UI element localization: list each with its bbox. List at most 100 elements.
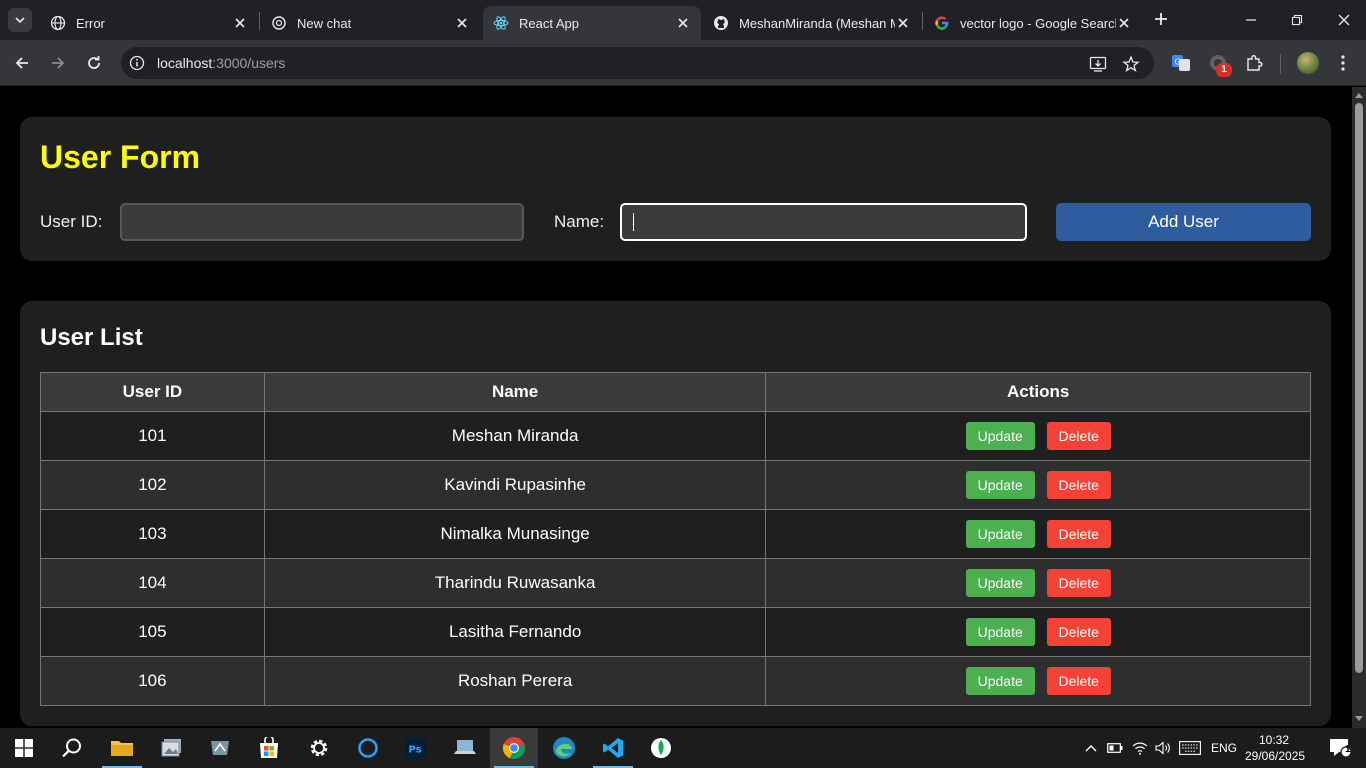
forward-button[interactable] [46, 51, 70, 75]
delete-button[interactable]: Delete [1046, 520, 1111, 548]
show-hidden-icons-button[interactable] [1080, 728, 1102, 768]
list-title: User List [40, 324, 143, 351]
tab-google-search[interactable]: vector logo - Google Search [924, 6, 1142, 40]
profile-avatar[interactable] [1297, 52, 1319, 74]
puzzle-icon[interactable] [1243, 52, 1265, 74]
taskbar-mongodb[interactable] [637, 728, 685, 768]
url-host: localhost [157, 55, 213, 71]
tab-react-app[interactable]: React App [483, 6, 701, 40]
url-text[interactable]: localhost:3000/users [157, 55, 285, 71]
tab-github[interactable]: MeshanMiranda (Meshan M [703, 6, 921, 40]
monitor-icon [211, 741, 229, 755]
update-button[interactable]: Update [965, 520, 1035, 548]
taskbar-settings[interactable] [295, 728, 343, 768]
taskbar-vscode[interactable] [589, 728, 637, 768]
close-icon[interactable] [454, 15, 470, 31]
folder-icon [111, 741, 133, 756]
page-scrollbar[interactable] [1352, 87, 1366, 728]
user-name-cell: Roshan Perera [263, 656, 767, 706]
tab-new-chat[interactable]: New chat [261, 6, 480, 40]
menu-kebab-icon[interactable] [1332, 52, 1354, 74]
search-button[interactable] [48, 728, 96, 768]
tab-title: MeshanMiranda (Meshan M [739, 15, 895, 31]
toolbar-divider [1280, 54, 1281, 74]
tab-search-button[interactable] [8, 8, 32, 32]
user-id-cell: 105 [40, 607, 265, 657]
keyboard-tray-button[interactable] [1176, 728, 1204, 768]
translate-extension-icon[interactable]: G [1170, 52, 1192, 74]
close-icon[interactable] [895, 15, 911, 31]
svg-text:Ps: Ps [409, 745, 422, 756]
tab-divider [259, 12, 260, 30]
start-button[interactable] [0, 728, 48, 768]
taskbar-chrome[interactable] [490, 728, 538, 768]
delete-button[interactable]: Delete [1046, 667, 1111, 695]
taskbar-edge[interactable] [540, 728, 588, 768]
close-icon[interactable] [675, 15, 691, 31]
table-row: 101 Meshan Miranda Update Delete [40, 411, 1311, 461]
restore-button[interactable] [1282, 6, 1312, 34]
photoshop-icon: Ps [406, 738, 426, 758]
reload-button[interactable] [82, 51, 106, 75]
actions-cell: Update Delete [765, 509, 1311, 559]
delete-button[interactable]: Delete [1046, 569, 1111, 597]
tab-title: React App [519, 15, 579, 31]
back-button[interactable] [10, 51, 34, 75]
system-clock[interactable]: 10:32 29/06/2025 [1245, 732, 1306, 764]
user-id-cell: 103 [40, 509, 265, 559]
update-button[interactable]: Update [965, 569, 1035, 597]
close-window-button[interactable] [1329, 6, 1359, 34]
update-button[interactable]: Update [965, 618, 1035, 646]
close-icon[interactable] [232, 15, 248, 31]
taskbar-app-laptop[interactable] [441, 728, 489, 768]
chevron-down-icon [15, 17, 25, 24]
delete-button[interactable]: Delete [1046, 471, 1111, 499]
delete-button[interactable]: Delete [1046, 422, 1111, 450]
scrollbar-thumb[interactable] [1355, 103, 1363, 673]
taskbar-cortana[interactable] [344, 728, 392, 768]
extension-badge: 1 [1216, 63, 1232, 77]
battery-tray-button[interactable] [1104, 728, 1126, 768]
new-tab-button[interactable] [1150, 8, 1172, 30]
name-input[interactable] [620, 203, 1027, 241]
notification-center-button[interactable]: 1 [1318, 728, 1362, 768]
bookmark-star-icon[interactable] [1122, 55, 1140, 73]
taskbar-app-photos[interactable] [148, 728, 196, 768]
address-bar[interactable]: localhost:3000/users [121, 47, 1154, 79]
scroll-down-icon[interactable] [1355, 715, 1363, 723]
network-tray-button[interactable] [1128, 728, 1152, 768]
page-viewport: User Form User ID: Name: Add User User L… [0, 87, 1352, 728]
volume-tray-button[interactable] [1152, 728, 1174, 768]
taskbar-microsoft-store[interactable] [245, 728, 293, 768]
close-icon [1338, 14, 1350, 26]
close-icon[interactable] [1116, 15, 1132, 31]
clock-time: 10:32 [1258, 733, 1290, 747]
laptop-icon [454, 740, 476, 754]
install-app-icon[interactable] [1089, 55, 1107, 73]
search-icon [62, 738, 81, 758]
clock-date: 29/06/2025 [1245, 749, 1306, 763]
taskbar-file-explorer[interactable] [98, 728, 146, 768]
tab-error[interactable]: Error [40, 6, 258, 40]
scroll-up-icon[interactable] [1355, 91, 1363, 99]
table-row: 103 Nimalka Munasinge Update Delete [40, 509, 1311, 559]
user-id-input[interactable] [120, 203, 524, 241]
update-button[interactable]: Update [965, 471, 1035, 499]
edge-icon [553, 737, 575, 759]
language-indicator[interactable]: ENG [1206, 728, 1242, 768]
column-header-actions: Actions [765, 372, 1311, 412]
add-user-button[interactable]: Add User [1056, 203, 1311, 241]
site-info-icon[interactable] [129, 55, 145, 71]
user-list-card: User List User ID Name Actions 101 Mesha… [20, 301, 1331, 726]
delete-button[interactable]: Delete [1046, 618, 1111, 646]
name-label: Name: [554, 212, 605, 231]
minimize-button[interactable] [1236, 6, 1266, 34]
taskbar-app-monitor[interactable] [196, 728, 244, 768]
update-button[interactable]: Update [965, 422, 1035, 450]
restore-icon [1291, 14, 1303, 26]
update-button[interactable]: Update [965, 667, 1035, 695]
taskbar-photoshop[interactable]: Ps [392, 728, 440, 768]
tab-title: New chat [297, 15, 352, 31]
reload-icon [88, 56, 100, 69]
battery-icon [1107, 743, 1123, 753]
